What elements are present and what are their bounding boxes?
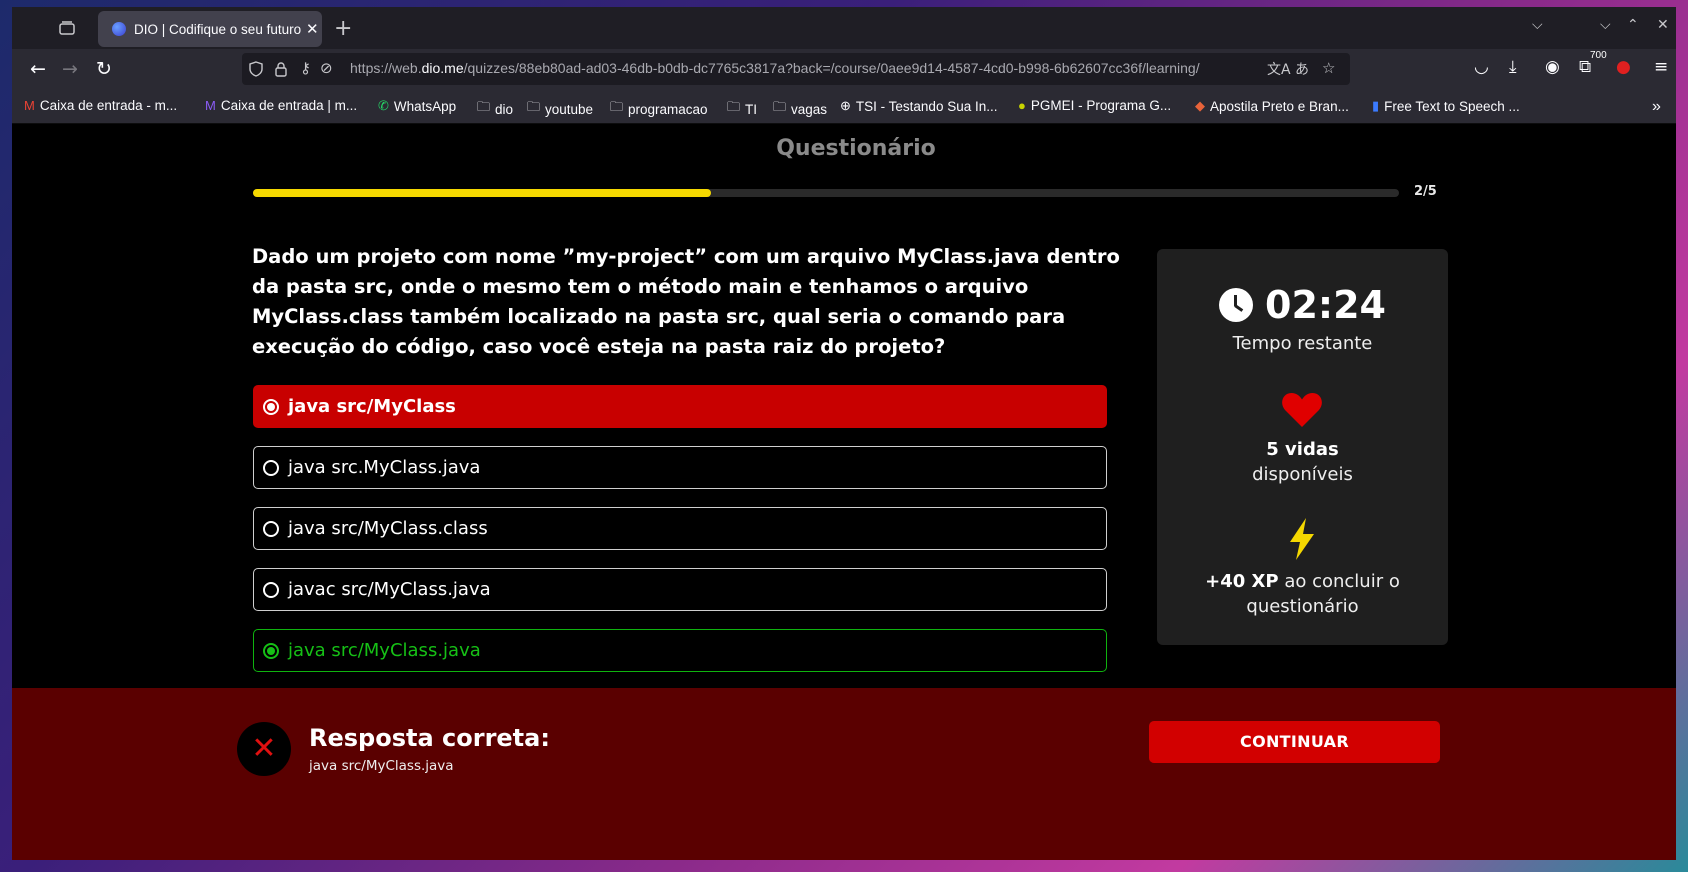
tts-icon: ▮: [1372, 98, 1380, 113]
bookmark-folder[interactable]: 🗀 programacao: [610, 98, 708, 120]
gmail-icon: M: [24, 98, 35, 113]
correct-answer-text: java src/MyClass.java: [309, 758, 454, 774]
apostila-icon: ◆: [1195, 98, 1205, 113]
answer-option-label: javac src/MyClass.java: [288, 579, 491, 600]
forward-icon[interactable]: →: [58, 57, 82, 81]
radio-selected-icon: [263, 398, 279, 415]
menu-icon[interactable]: ≡: [1654, 57, 1668, 77]
lives-count: 5 vidas: [1266, 439, 1339, 460]
answer-option[interactable]: java src.MyClass.java: [253, 446, 1107, 489]
bookmark-folder[interactable]: 🗀 dio: [477, 98, 513, 120]
bookmark-folder[interactable]: 🗀 TI: [727, 98, 757, 120]
tracking-off-icon[interactable]: ⊘: [320, 59, 333, 77]
answer-option-correct[interactable]: java src/MyClass.java: [253, 629, 1107, 672]
translate-icon[interactable]: 文A: [1267, 59, 1291, 79]
feedback-title: Resposta correta:: [309, 724, 550, 752]
navigation-bar: ← → ↻ ⚷ ⊘ https://web.dio.me/quizzes/88e…: [12, 49, 1676, 89]
url-text[interactable]: https://web.dio.me/quizzes/88eb80ad-ad03…: [350, 60, 1200, 76]
progress-count: 2/5: [1414, 184, 1437, 199]
xp-value: +40 XP: [1205, 571, 1279, 592]
ublock-extension-icon[interactable]: ●: [1616, 57, 1631, 77]
mail-icon: M: [205, 98, 216, 113]
quiz-page: Questionário 2/5 Dado um projeto com nom…: [12, 124, 1676, 860]
timer: 02:24: [1157, 283, 1448, 327]
wrong-answer-icon: ✕: [237, 722, 291, 776]
new-tab-icon[interactable]: +: [334, 16, 352, 41]
back-icon[interactable]: ←: [26, 57, 50, 81]
radio-icon: [263, 581, 279, 598]
radio-icon: [263, 459, 279, 476]
answer-option[interactable]: java src/MyClass: [253, 385, 1107, 428]
minimize-icon[interactable]: ⌵: [1600, 17, 1611, 33]
timer-value: 02:24: [1265, 283, 1386, 327]
globe-icon: ⊕: [840, 98, 851, 113]
lightning-icon: [1290, 518, 1314, 560]
translate-page-icon[interactable]: あ: [1295, 59, 1309, 79]
bookmark-star-icon[interactable]: ☆: [1322, 59, 1335, 77]
folder-icon: 🗀: [773, 99, 787, 114]
bookmark-item[interactable]: ▮ Free Text to Speech ...: [1372, 98, 1520, 114]
browser-tab-active[interactable]: DIO | Codifique o seu futuro ✕: [98, 11, 322, 47]
reload-icon[interactable]: ↻: [92, 57, 116, 81]
shield-icon[interactable]: [248, 61, 264, 77]
folder-icon: 🗀: [527, 99, 541, 114]
close-tab-icon[interactable]: ✕: [306, 20, 319, 38]
bookmark-item[interactable]: M Caixa de entrada - m...: [24, 98, 177, 113]
tab-list-chevron-icon[interactable]: ⌵: [1532, 17, 1543, 33]
folder-icon: 🗀: [727, 99, 741, 114]
tab-strip: DIO | Codifique o seu futuro ✕ + ⌵ ⌵ ⌃ ✕: [12, 7, 1676, 49]
bookmark-item[interactable]: ✆ WhatsApp: [378, 98, 456, 114]
page-title: Questionário: [776, 136, 936, 161]
bookmarks-toolbar: M Caixa de entrada - m... M Caixa de entra…: [12, 89, 1676, 124]
progress-fill: [253, 189, 712, 197]
maximize-icon[interactable]: ⌃: [1627, 17, 1639, 33]
lock-icon[interactable]: [274, 61, 288, 77]
continue-button[interactable]: CONTINUAR: [1149, 721, 1440, 763]
permissions-icon[interactable]: ⚷: [300, 59, 311, 77]
answer-option-label: java src.MyClass.java: [288, 457, 481, 478]
xp-reward: +40 XP ao concluir o questionário: [1197, 569, 1408, 619]
answer-option-label: java src/MyClass.java: [288, 640, 481, 661]
extension-badge: 700: [1590, 50, 1607, 61]
tab-title: DIO | Codifique o seu futuro: [134, 21, 302, 37]
bookmark-folder[interactable]: 🗀 youtube: [527, 98, 593, 120]
close-window-icon[interactable]: ✕: [1657, 17, 1669, 33]
bookmark-item[interactable]: ● PGMEI - Programa G...: [1018, 98, 1171, 113]
bookmark-folder[interactable]: 🗀 vagas: [773, 98, 827, 120]
tab-overview-icon[interactable]: [58, 19, 76, 37]
timer-label: Tempo restante: [1232, 333, 1373, 354]
progress-bar: [253, 189, 1399, 197]
radio-icon: [263, 520, 279, 537]
pocket-icon[interactable]: ◡: [1474, 57, 1489, 77]
clock-icon: [1219, 288, 1254, 322]
answer-option[interactable]: java src/MyClass.class: [253, 507, 1107, 550]
browser-window: DIO | Codifique o seu futuro ✕ + ⌵ ⌵ ⌃ ✕…: [12, 7, 1676, 860]
answer-feedback-bar: ✕ Resposta correta: java src/MyClass.jav…: [12, 688, 1676, 860]
folder-icon: 🗀: [477, 99, 491, 114]
bookmark-item[interactable]: ◆ Apostila Preto e Bran...: [1195, 98, 1349, 114]
question-text: Dado um projeto com nome ”my-project” co…: [252, 245, 1120, 358]
quiz-info-card: 02:24 Tempo restante 5 vidas disponíveis…: [1157, 249, 1448, 645]
answer-option[interactable]: javac src/MyClass.java: [253, 568, 1107, 611]
more-bookmarks-icon[interactable]: »: [1652, 98, 1661, 116]
pgmei-icon: ●: [1018, 98, 1026, 113]
radio-correct-icon: [263, 642, 279, 659]
bookmark-item[interactable]: ⊕ TSI - Testando Sua In...: [840, 98, 998, 114]
dio-favicon-icon: [112, 22, 126, 36]
answer-option-label: java src/MyClass.class: [288, 518, 488, 539]
heart-icon: [1282, 393, 1322, 427]
bookmark-item[interactable]: M Caixa de entrada | m...: [205, 98, 357, 113]
whatsapp-icon: ✆: [378, 98, 389, 113]
downloads-icon[interactable]: ⤓: [1509, 57, 1517, 77]
lives-label: disponíveis: [1252, 464, 1353, 485]
folder-icon: 🗀: [610, 99, 624, 114]
account-icon[interactable]: ◉: [1545, 57, 1560, 77]
url-bar[interactable]: ⚷ ⊘ https://web.dio.me/quizzes/88eb80ad-…: [242, 53, 1350, 85]
answer-option-label: java src/MyClass: [288, 396, 456, 417]
